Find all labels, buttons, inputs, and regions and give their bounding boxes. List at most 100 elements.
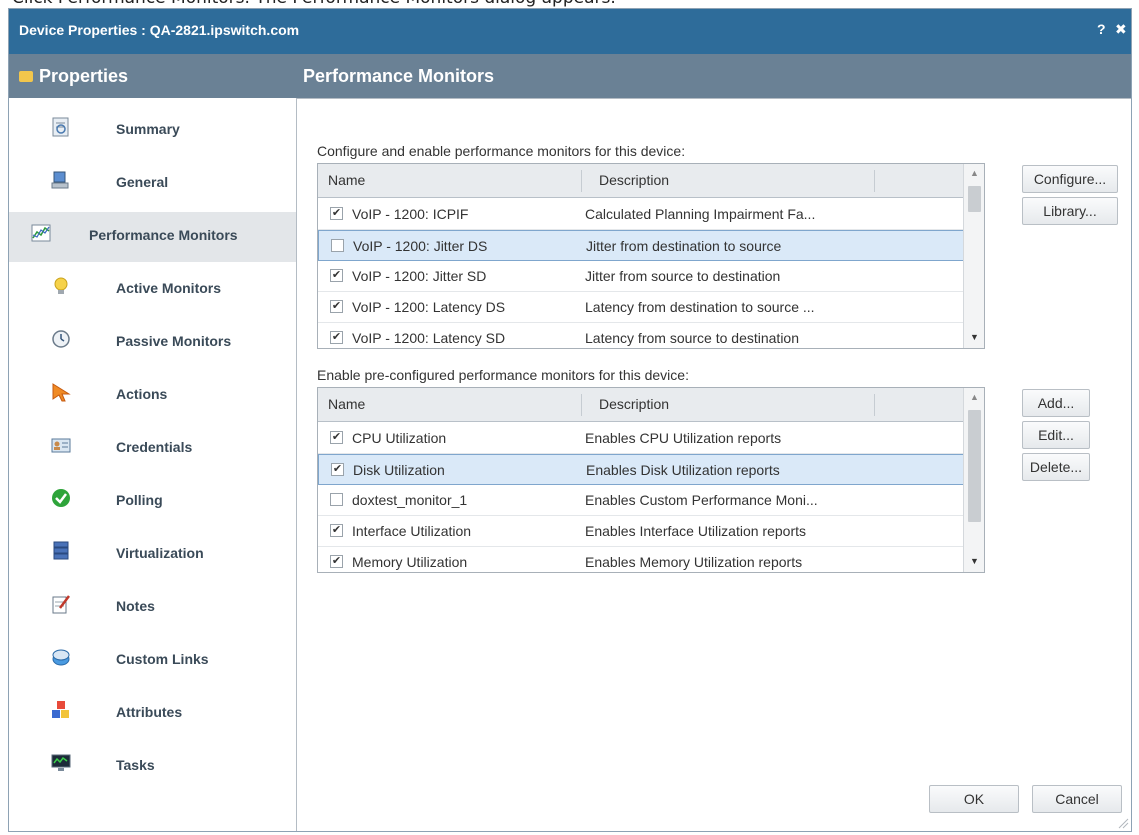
delete-button[interactable]: Delete... <box>1022 453 1090 481</box>
server-stack-icon <box>53 541 69 560</box>
monitor-name: VoIP - 1200: Jitter DS <box>353 238 488 254</box>
sidebar-item-label: Passive Monitors <box>116 333 232 349</box>
enable-checkbox[interactable] <box>330 331 343 344</box>
sidebar-item-credentials[interactable]: Credentials <box>9 424 296 474</box>
enable-checkbox[interactable] <box>330 493 343 506</box>
sidebar-item-summary[interactable]: Summary <box>9 106 296 156</box>
section-heading: Performance Monitors <box>303 66 495 86</box>
sidebar-item-label: Credentials <box>116 439 193 455</box>
computer-icon <box>51 171 69 189</box>
monitor-description: Jitter from destination to source <box>586 238 782 254</box>
table-row[interactable]: Memory Utilization Enables Memory Utiliz… <box>318 547 964 572</box>
sidebar-item-label: Custom Links <box>116 651 209 667</box>
enable-checkbox[interactable] <box>330 300 343 313</box>
vertical-scrollbar[interactable]: ▲ ▼ <box>963 164 984 348</box>
sidebar-item-tasks[interactable]: Tasks <box>9 742 296 792</box>
monitor-icon <box>51 754 71 771</box>
sidebar-item-label: Attributes <box>116 704 183 720</box>
monitor-name: VoIP - 1200: Jitter SD <box>352 268 487 284</box>
monitor-description: Calculated Planning Impairment Fa... <box>585 206 816 222</box>
content-panel: Configure and enable performance monitor… <box>296 98 1131 831</box>
monitor-description: Enables Disk Utilization reports <box>586 462 780 478</box>
close-button[interactable]: ✖ <box>1115 21 1127 38</box>
chart-icon <box>31 224 51 242</box>
sidebar-item-label: Polling <box>116 492 163 508</box>
sidebar-item-label: Tasks <box>116 757 155 773</box>
add-button[interactable]: Add... <box>1022 389 1090 417</box>
sidebar-item-passive-monitors[interactable]: Passive Monitors <box>9 318 296 368</box>
ok-button[interactable]: OK <box>929 785 1019 813</box>
monitor-name: Memory Utilization <box>352 554 468 570</box>
monitor-description: Enables Memory Utilization reports <box>585 554 803 570</box>
scroll-thumb[interactable] <box>968 186 981 212</box>
table-row[interactable]: CPU Utilization Enables CPU Utilization … <box>318 423 964 454</box>
column-header-name[interactable]: Name <box>328 172 365 188</box>
folder-icon <box>19 71 33 82</box>
preconfigured-monitors-label: Enable pre-configured performance monito… <box>317 367 689 383</box>
monitor-description: Latency from source to destination <box>585 330 800 346</box>
enable-checkbox[interactable] <box>330 524 343 537</box>
resize-grip-icon[interactable] <box>1117 817 1129 829</box>
scroll-thumb[interactable] <box>968 410 981 522</box>
library-button[interactable]: Library... <box>1022 197 1118 225</box>
configure-button[interactable]: Configure... <box>1022 165 1118 193</box>
table-row[interactable]: VoIP - 1200: Latency SD Latency from sou… <box>318 323 964 348</box>
enable-checkbox[interactable] <box>330 207 343 220</box>
title-bar: Device Properties : QA-2821.ipswitch.com… <box>9 9 1131 54</box>
preconfigured-monitors-grid: Name Description CPU Utilization Enables… <box>317 387 985 573</box>
cancel-button[interactable]: Cancel <box>1032 785 1122 813</box>
table-row[interactable]: Interface Utilization Enables Interface … <box>318 516 964 547</box>
grid-header: Name Description <box>318 388 964 422</box>
links-icon <box>52 649 70 666</box>
column-divider[interactable] <box>874 394 875 416</box>
enable-checkbox[interactable] <box>331 239 344 252</box>
blocks-icon <box>52 701 69 718</box>
id-card-icon <box>51 438 71 453</box>
sidebar-item-active-monitors[interactable]: Active Monitors <box>9 265 296 315</box>
scroll-up-icon[interactable]: ▲ <box>964 164 984 182</box>
notepad-icon <box>52 595 70 614</box>
column-header-description[interactable]: Description <box>599 396 669 412</box>
column-header-name[interactable]: Name <box>328 396 365 412</box>
monitor-name: VoIP - 1200: ICPIF <box>352 206 469 222</box>
grid-header: Name Description <box>318 164 964 198</box>
sidebar: Summary General Performance Monitors Act… <box>9 98 296 831</box>
monitor-name: VoIP - 1200: Latency SD <box>352 330 506 346</box>
table-row[interactable]: VoIP - 1200: Latency DS Latency from des… <box>318 292 964 323</box>
enable-checkbox[interactable] <box>331 463 344 476</box>
help-button[interactable]: ? <box>1097 21 1106 37</box>
table-row[interactable]: doxtest_monitor_1 Enables Custom Perform… <box>318 485 964 516</box>
edit-button[interactable]: Edit... <box>1022 421 1090 449</box>
sidebar-item-performance-monitors[interactable]: Performance Monitors <box>9 212 296 262</box>
enable-checkbox[interactable] <box>330 269 343 282</box>
column-header-description[interactable]: Description <box>599 172 669 188</box>
device-properties-dialog: Device Properties : QA-2821.ipswitch.com… <box>8 8 1132 832</box>
enable-checkbox[interactable] <box>330 555 343 568</box>
monitor-description: Enables CPU Utilization reports <box>585 430 782 446</box>
sidebar-item-virtualization[interactable]: Virtualization <box>9 530 296 580</box>
sidebar-item-label: Active Monitors <box>116 280 222 296</box>
vertical-scrollbar[interactable]: ▲ ▼ <box>963 388 984 572</box>
sidebar-item-actions[interactable]: Actions <box>9 371 296 421</box>
configured-monitors-grid: Name Description VoIP - 1200: ICPIF Calc… <box>317 163 985 349</box>
table-row[interactable]: VoIP - 1200: Jitter SD Jitter from sourc… <box>318 261 964 292</box>
scroll-down-icon[interactable]: ▼ <box>964 328 984 346</box>
table-row[interactable]: VoIP - 1200: Jitter DS Jitter from desti… <box>318 230 964 261</box>
table-row[interactable]: Disk Utilization Enables Disk Utilizatio… <box>318 454 964 485</box>
column-divider[interactable] <box>874 170 875 192</box>
sidebar-item-polling[interactable]: Polling <box>9 477 296 527</box>
properties-label: Properties <box>39 66 129 86</box>
sidebar-item-custom-links[interactable]: Custom Links <box>9 636 296 686</box>
sidebar-item-general[interactable]: General <box>9 159 296 209</box>
enable-checkbox[interactable] <box>330 431 343 444</box>
monitor-name: Disk Utilization <box>353 462 445 478</box>
column-divider[interactable] <box>581 394 582 416</box>
column-divider[interactable] <box>581 170 582 192</box>
sidebar-item-notes[interactable]: Notes <box>9 583 296 633</box>
sidebar-item-attributes[interactable]: Attributes <box>9 689 296 739</box>
scroll-down-icon[interactable]: ▼ <box>964 552 984 570</box>
table-row[interactable]: VoIP - 1200: ICPIF Calculated Planning I… <box>318 199 964 230</box>
sidebar-item-label: Actions <box>116 386 168 402</box>
scroll-up-icon[interactable]: ▲ <box>964 388 984 406</box>
monitor-description: Enables Custom Performance Moni... <box>585 492 818 508</box>
